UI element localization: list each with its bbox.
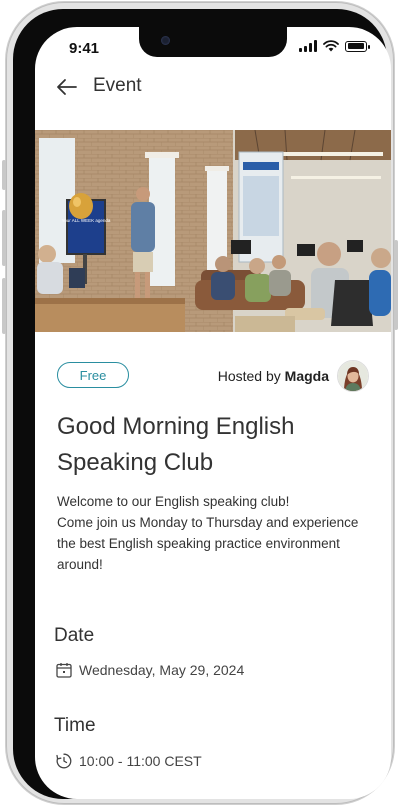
signal-icon	[299, 40, 317, 52]
time-section-label: Time	[54, 715, 96, 736]
hosted-by-text: Hosted by	[217, 368, 281, 384]
time-row: 10:00 - 11:00 CEST	[55, 752, 202, 770]
event-cover-image: Your ALL WEEK agenda	[35, 130, 391, 332]
tv-screen-text: Your ALL WEEK agenda	[62, 218, 111, 223]
arrow-left-icon[interactable]	[55, 75, 79, 99]
host-info[interactable]: Hosted by Magda	[218, 360, 369, 392]
status-icons	[299, 40, 370, 52]
calendar-icon	[56, 663, 72, 678]
page-title: Event	[93, 75, 142, 96]
price-badge: Free	[57, 362, 129, 388]
event-title: Good Morning English Speaking Club	[57, 413, 295, 476]
host-avatar[interactable]	[337, 360, 369, 392]
event-description-line: Welcome to our English speaking club!	[57, 494, 290, 509]
volume-up-button	[2, 210, 6, 266]
camera-icon	[161, 36, 170, 45]
phone-bezel: 9:41 Event Your ALL WEEK agenda Free Hos…	[13, 9, 391, 799]
battery-icon	[345, 40, 370, 52]
mute-switch	[2, 160, 6, 190]
host-label: Hosted by Magda	[218, 368, 329, 384]
event-meta-row: Free Hosted by Magda	[57, 360, 369, 394]
date-section-label: Date	[54, 625, 95, 646]
host-name: Magda	[284, 368, 329, 384]
date-row: Wednesday, May 29, 2024	[55, 661, 244, 679]
volume-down-button	[2, 278, 6, 334]
time-value: 10:00 - 11:00 CEST	[79, 753, 202, 769]
clock-icon	[56, 753, 72, 769]
power-button	[394, 240, 398, 330]
status-time: 9:41	[69, 40, 100, 57]
screen: 9:41 Event Your ALL WEEK agenda Free Hos…	[35, 27, 391, 799]
nav-bar: Event	[35, 71, 391, 111]
avatar-image	[338, 361, 368, 391]
event-description: Welcome to our English speaking club! Co…	[57, 491, 375, 575]
wifi-icon	[323, 40, 339, 52]
dynamic-island	[139, 27, 287, 57]
date-value: Wednesday, May 29, 2024	[79, 662, 245, 678]
event-description-line: Come join us Monday to Thursday and expe…	[57, 515, 359, 572]
